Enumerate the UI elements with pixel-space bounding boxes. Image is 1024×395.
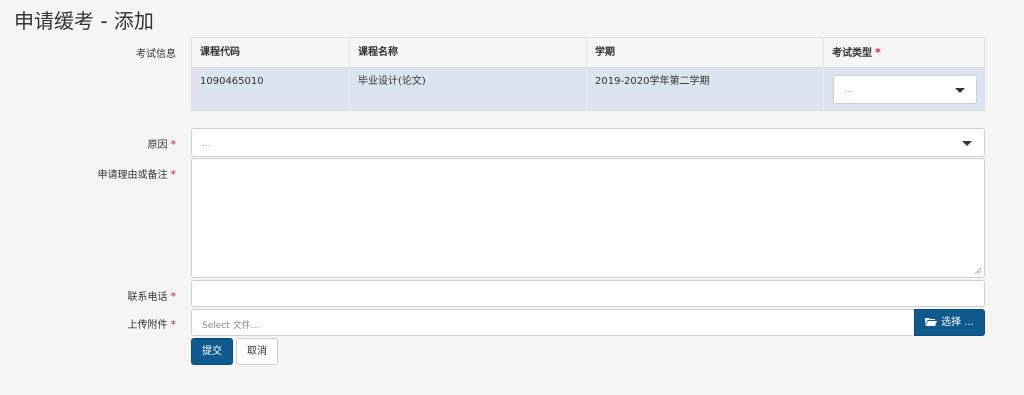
- required-mark: *: [170, 290, 177, 303]
- browse-button-label: 选择 ...: [941, 317, 974, 328]
- browse-file-button[interactable]: 选择 ...: [914, 309, 985, 336]
- reason-label: 原因 *: [0, 136, 177, 151]
- form-panel: 申请缓考 - 添加 考试信息 课程代码 课程名称 学期 考试类型 * 109046…: [0, 0, 1024, 395]
- required-mark: *: [875, 46, 881, 59]
- caret-down-icon: [962, 141, 972, 146]
- attachment-label: 上传附件 *: [0, 316, 177, 331]
- exam-type-placeholder: ...: [844, 85, 853, 95]
- caret-down-icon: [955, 88, 965, 93]
- remarks-textarea[interactable]: [191, 158, 985, 278]
- term-cell: 2019-2020学年第二学期: [587, 68, 824, 110]
- reason-label-text: 原因: [147, 140, 168, 151]
- phone-label-text: 联系电话: [127, 292, 168, 303]
- course-name-cell: 毕业设计(论文): [350, 68, 587, 110]
- column-header-course-name: 课程名称: [350, 38, 587, 67]
- required-mark: *: [170, 318, 177, 331]
- phone-label: 联系电话 *: [0, 288, 177, 303]
- exam-type-select[interactable]: ...: [833, 75, 977, 104]
- submit-button[interactable]: 提交: [191, 338, 233, 365]
- required-mark: *: [170, 168, 177, 181]
- exam-info-label-text: 考试信息: [136, 49, 176, 60]
- folder-open-icon: [925, 318, 938, 326]
- exam-info-label: 考试信息: [0, 45, 176, 60]
- remarks-label: 申请理由或备注 *: [0, 166, 177, 181]
- page-title: 申请缓考 - 添加: [14, 9, 154, 33]
- course-code-cell: 1090465010: [192, 68, 350, 110]
- attachment-label-text: 上传附件: [127, 320, 168, 331]
- column-header-course-code: 课程代码: [192, 38, 350, 67]
- cancel-button[interactable]: 取消: [236, 338, 278, 365]
- resize-handle-icon[interactable]: [974, 267, 982, 275]
- table-header: 课程代码 课程名称 学期 考试类型 *: [192, 38, 984, 68]
- column-header-exam-type: 考试类型 *: [824, 38, 984, 67]
- column-header-term: 学期: [587, 38, 824, 67]
- reason-select[interactable]: ...: [191, 128, 985, 157]
- column-header-exam-type-text: 考试类型: [832, 48, 872, 59]
- remarks-label-text: 申请理由或备注: [97, 170, 168, 181]
- required-mark: *: [170, 138, 177, 151]
- phone-input[interactable]: [191, 280, 985, 307]
- attachment-placeholder: Select 文件...: [202, 321, 260, 331]
- reason-placeholder: ...: [202, 139, 211, 149]
- attachment-file-input[interactable]: Select 文件...: [191, 309, 915, 336]
